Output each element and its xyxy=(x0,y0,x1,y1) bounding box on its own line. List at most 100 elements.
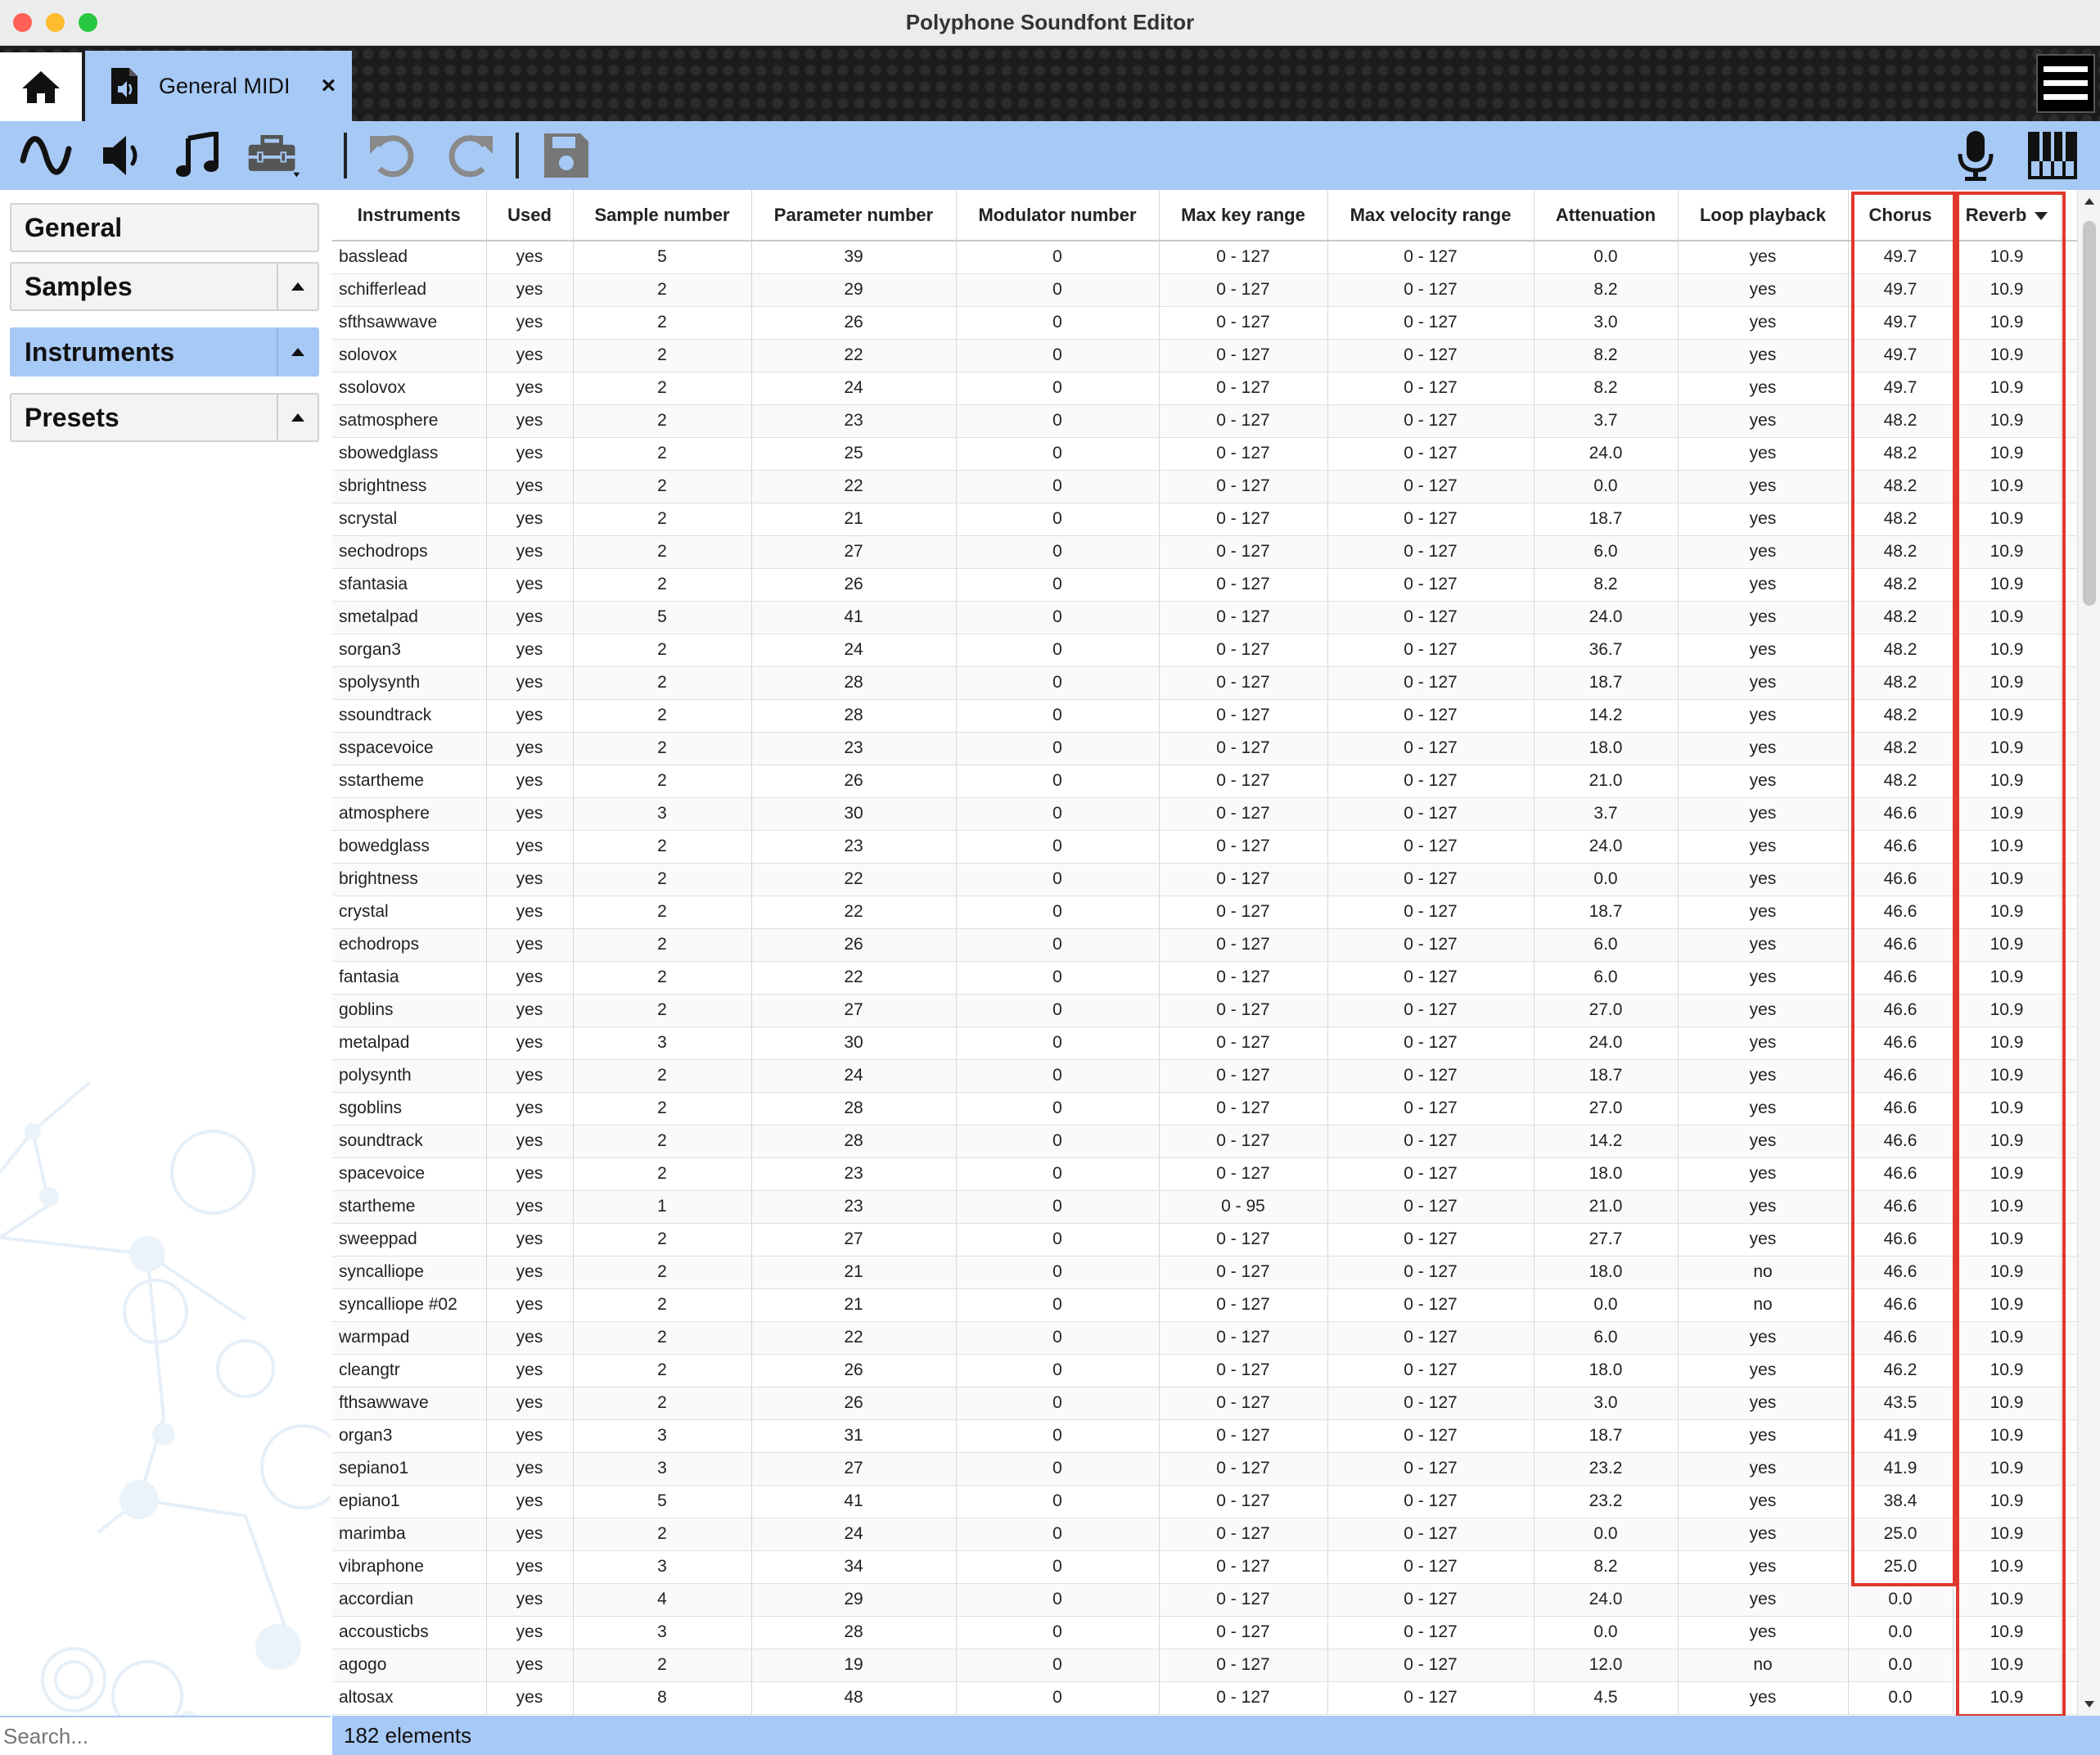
table-cell[interactable]: 0 xyxy=(956,1550,1160,1584)
table-cell[interactable]: yes xyxy=(1678,928,1849,962)
table-cell[interactable]: 18.0 xyxy=(1534,732,1679,765)
table-cell[interactable]: 0 - 127 xyxy=(1327,699,1534,733)
table-cell[interactable]: yes xyxy=(486,1649,574,1682)
table-cell[interactable]: yes xyxy=(486,568,574,602)
table-cell[interactable]: 0 - 127 xyxy=(1327,1616,1534,1649)
table-cell[interactable]: 2 xyxy=(573,896,752,929)
table-cell[interactable]: 10.9 xyxy=(1953,666,2062,700)
table-cell[interactable]: 0 - 127 xyxy=(1159,1452,1328,1486)
instrument-name-cell[interactable]: spacevoice xyxy=(332,1157,487,1191)
table-cell[interactable]: no xyxy=(1678,1649,1849,1682)
instrument-name-cell[interactable]: syncalliope xyxy=(332,1256,487,1289)
table-cell[interactable]: 3.7 xyxy=(1534,797,1679,831)
table-cell[interactable]: 10.9 xyxy=(1953,1550,2062,1584)
table-cell[interactable]: 46.6 xyxy=(1848,961,1954,995)
table-cell[interactable]: 10.9 xyxy=(1953,1354,2062,1387)
table-cell[interactable]: 4 xyxy=(573,1583,752,1617)
table-cell[interactable]: 8.2 xyxy=(1534,372,1679,405)
table-cell[interactable]: yes xyxy=(486,1321,574,1355)
table-cell[interactable]: 46.6 xyxy=(1848,1256,1954,1289)
collapse-toggle[interactable] xyxy=(277,264,318,309)
table-cell[interactable]: 0 xyxy=(956,1616,1160,1649)
table-cell[interactable]: 0 - 127 xyxy=(1159,372,1328,405)
tab-general-midi[interactable]: General MIDI × xyxy=(85,51,352,121)
instrument-name-cell[interactable]: bowedglass xyxy=(332,830,487,864)
instrument-tool-button[interactable] xyxy=(95,128,151,183)
table-cell[interactable]: 26 xyxy=(751,765,957,798)
table-cell[interactable]: 22 xyxy=(751,470,957,503)
table-cell[interactable]: 10.9 xyxy=(1953,470,2062,503)
table-cell[interactable]: 0 - 127 xyxy=(1327,535,1534,569)
table-cell[interactable]: 0 - 127 xyxy=(1159,1125,1328,1158)
table-cell[interactable]: 0 xyxy=(956,568,1160,602)
table-cell[interactable]: 0 - 127 xyxy=(1327,994,1534,1027)
table-cell[interactable]: 46.6 xyxy=(1848,1059,1954,1093)
table-cell[interactable]: 24.0 xyxy=(1534,601,1679,634)
table-cell[interactable]: 27 xyxy=(751,1223,957,1256)
table-cell[interactable]: 0.0 xyxy=(1848,1616,1954,1649)
table-cell[interactable]: yes xyxy=(1678,896,1849,929)
table-cell[interactable]: 0 - 127 xyxy=(1159,241,1328,274)
table-cell[interactable]: 3 xyxy=(573,797,752,831)
table-cell[interactable]: 0 - 127 xyxy=(1327,568,1534,602)
table-cell[interactable]: 0 - 127 xyxy=(1327,961,1534,995)
table-cell[interactable]: 18.7 xyxy=(1534,666,1679,700)
instrument-name-cell[interactable]: warmpad xyxy=(332,1321,487,1355)
instrument-name-cell[interactable]: fthsawwave xyxy=(332,1387,487,1420)
redo-button[interactable] xyxy=(442,128,498,183)
table-cell[interactable]: 0 - 127 xyxy=(1327,732,1534,765)
table-cell[interactable]: 49.7 xyxy=(1848,306,1954,340)
table-cell[interactable]: 0 - 127 xyxy=(1159,1059,1328,1093)
table-cell[interactable]: yes xyxy=(486,470,574,503)
table-cell[interactable]: 10.9 xyxy=(1953,1452,2062,1486)
table-cell[interactable]: 10.9 xyxy=(1953,568,2062,602)
table-cell[interactable]: 28 xyxy=(751,1616,957,1649)
instrument-name-cell[interactable]: sweeppad xyxy=(332,1223,487,1256)
table-cell[interactable]: 2 xyxy=(573,1059,752,1093)
table-cell[interactable]: 28 xyxy=(751,666,957,700)
table-cell[interactable]: yes xyxy=(486,1157,574,1191)
instrument-name-cell[interactable]: sstartheme xyxy=(332,765,487,798)
instrument-name-cell[interactable]: soundtrack xyxy=(332,1125,487,1158)
table-cell[interactable]: 23 xyxy=(751,404,957,438)
table-cell[interactable]: 46.6 xyxy=(1848,994,1954,1027)
table-cell[interactable]: 48.2 xyxy=(1848,404,1954,438)
table-row[interactable]: organ3 yes 3 31 0 0 - 127 0 - 127 18.7 yes 41.9 10… xyxy=(332,1419,2077,1453)
table-cell[interactable]: 10.9 xyxy=(1953,1485,2062,1518)
table-cell[interactable]: 46.6 xyxy=(1848,797,1954,831)
table-cell[interactable]: 46.6 xyxy=(1848,863,1954,896)
table-cell[interactable]: yes xyxy=(486,503,574,536)
table-cell[interactable]: 10.9 xyxy=(1953,1288,2062,1322)
collapse-toggle[interactable] xyxy=(277,329,318,375)
table-cell[interactable]: yes xyxy=(486,732,574,765)
table-row[interactable]: polysynth yes 2 24 0 0 - 127 0 - 127 18.7 yes 46.… xyxy=(332,1059,2077,1093)
table-cell[interactable]: 48.2 xyxy=(1848,568,1954,602)
table-cell[interactable]: 5 xyxy=(573,1485,752,1518)
table-cell[interactable]: 14.2 xyxy=(1534,699,1679,733)
scrollbar-thumb[interactable] xyxy=(2083,221,2096,606)
table-cell[interactable]: 0 - 127 xyxy=(1159,503,1328,536)
table-cell[interactable]: yes xyxy=(486,666,574,700)
table-row[interactable]: vibraphone yes 3 34 0 0 - 127 0 - 127 8.2 yes 25.… xyxy=(332,1550,2077,1584)
table-cell[interactable]: 43.5 xyxy=(1848,1387,1954,1420)
table-cell[interactable]: 10.9 xyxy=(1953,1256,2062,1289)
table-cell[interactable]: 49.7 xyxy=(1848,273,1954,307)
instrument-name-cell[interactable]: organ3 xyxy=(332,1419,487,1453)
table-cell[interactable]: 0 - 127 xyxy=(1327,1092,1534,1126)
table-cell[interactable]: 0 - 127 xyxy=(1327,1649,1534,1682)
table-cell[interactable]: 21.0 xyxy=(1534,1190,1679,1224)
table-cell[interactable]: yes xyxy=(1678,863,1849,896)
table-cell[interactable]: 0 xyxy=(956,306,1160,340)
table-cell[interactable]: 21 xyxy=(751,1288,957,1322)
table-cell[interactable]: yes xyxy=(1678,306,1849,340)
table-cell[interactable]: yes xyxy=(1678,699,1849,733)
table-cell[interactable]: 23.2 xyxy=(1534,1452,1679,1486)
table-cell[interactable]: 0 - 127 xyxy=(1327,863,1534,896)
table-cell[interactable]: 0 - 127 xyxy=(1327,830,1534,864)
table-cell[interactable]: 0 - 127 xyxy=(1159,797,1328,831)
table-cell[interactable]: 6.0 xyxy=(1534,928,1679,962)
table-row[interactable]: basslead yes 5 39 0 0 - 127 0 - 127 0.0 yes 49.7 1… xyxy=(332,241,2077,274)
table-cell[interactable]: 46.6 xyxy=(1848,1125,1954,1158)
table-row[interactable]: scrystal yes 2 21 0 0 - 127 0 - 127 18.7 yes 48.2… xyxy=(332,503,2077,536)
table-cell[interactable]: 0 xyxy=(956,404,1160,438)
